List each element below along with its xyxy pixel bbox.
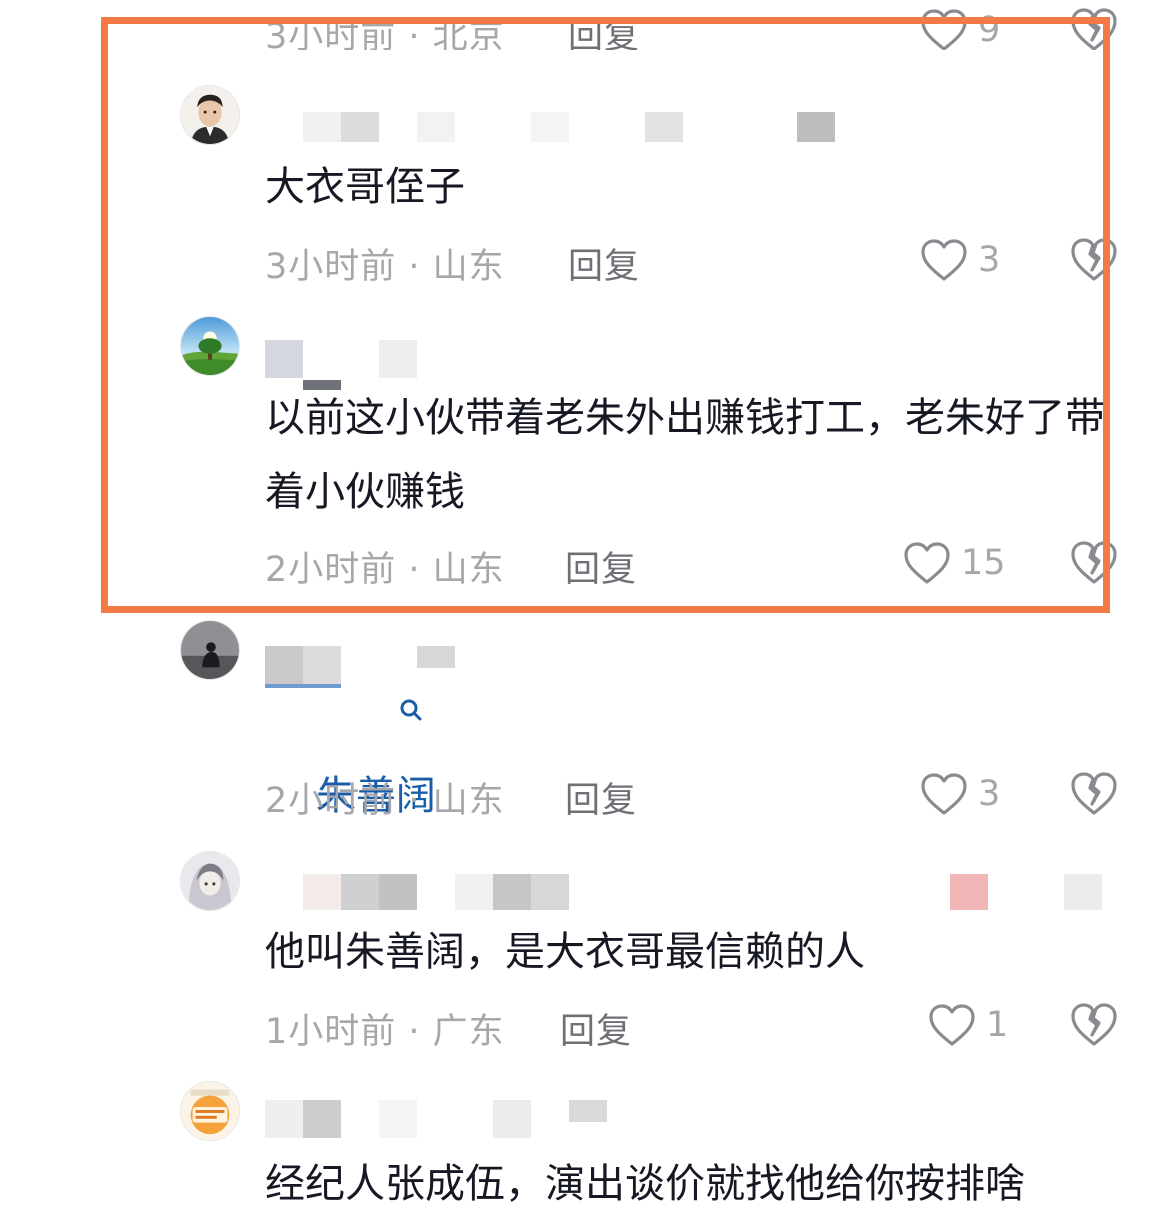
comment-meta: 3小时前 · 北京: [265, 17, 505, 50]
like-count: 1: [986, 1005, 1009, 1045]
like-count: 3: [978, 240, 1001, 280]
dislike-button[interactable]: [1070, 770, 1118, 816]
username-blurred[interactable]: [265, 1100, 1125, 1140]
like-button[interactable]: 9: [920, 8, 1000, 50]
like-button[interactable]: 15: [903, 541, 1006, 585]
avatar-image: [181, 1082, 239, 1140]
like-count: 9: [978, 10, 1001, 50]
tree-landscape-avatar[interactable]: [180, 316, 240, 376]
like-button[interactable]: 1: [928, 1003, 1008, 1047]
search-icon[interactable]: [398, 698, 424, 724]
reply-button[interactable]: 回复: [565, 772, 637, 823]
like-button[interactable]: 3: [920, 772, 1000, 816]
heart-icon: [904, 542, 950, 584]
username-blurred[interactable]: [265, 340, 1125, 390]
heart-icon: [921, 773, 967, 815]
comment-meta: 2小时前 · 山东: [265, 781, 505, 821]
username-blurred[interactable]: [265, 874, 1125, 914]
broken-heart-icon: [1071, 772, 1117, 815]
comment-meta: 2小时前 · 山东: [265, 550, 505, 590]
like-count: 15: [961, 543, 1006, 583]
dislike-button[interactable]: [1070, 1001, 1118, 1047]
anime-character-avatar[interactable]: [180, 851, 240, 911]
reply-button[interactable]: 回复: [565, 541, 637, 592]
comment-text: 以前这小伙带着老朱外出赚钱打工，老朱好了带着小伙赚钱: [265, 395, 1105, 515]
comment-text: 大衣哥侄子: [265, 164, 465, 210]
dislike-button[interactable]: [1070, 236, 1118, 282]
dark-silhouette-avatar[interactable]: [180, 620, 240, 680]
boy-portrait-avatar[interactable]: [180, 85, 240, 145]
avatar-image: [181, 852, 239, 910]
comment-meta: 3小时前 · 山东: [265, 247, 505, 287]
heart-icon: [929, 1004, 975, 1046]
avatar-image: [181, 317, 239, 375]
broken-heart-icon: [1071, 238, 1117, 281]
username-blurred[interactable]: [265, 112, 1125, 152]
avatar-image: [181, 621, 239, 679]
reply-button[interactable]: 回复: [568, 238, 640, 289]
comment-text: 经纪人张成伍，演出谈价就找他给你按排啥: [265, 1161, 1025, 1207]
username-blurred[interactable]: [265, 646, 1125, 688]
dislike-button[interactable]: [1070, 539, 1118, 585]
heart-icon: [921, 9, 967, 50]
reply-button[interactable]: 回复: [568, 8, 640, 50]
broken-heart-icon: [1071, 8, 1117, 50]
comment-meta: 1小时前 · 广东: [265, 1012, 505, 1052]
broken-heart-icon: [1071, 541, 1117, 584]
comment-text: 他叫朱善阔，是大衣哥最信赖的人: [265, 929, 865, 975]
orange-badge-avatar[interactable]: [180, 1081, 240, 1141]
dislike-button[interactable]: [1070, 6, 1118, 50]
previous-comment-footer: 3小时前 · 北京 回复 9: [0, 0, 1170, 50]
like-button[interactable]: 3: [920, 238, 1000, 282]
broken-heart-icon: [1071, 1003, 1117, 1046]
like-count: 3: [978, 774, 1001, 814]
heart-icon: [921, 239, 967, 281]
avatar-image: [181, 86, 239, 144]
reply-button[interactable]: 回复: [560, 1003, 632, 1054]
